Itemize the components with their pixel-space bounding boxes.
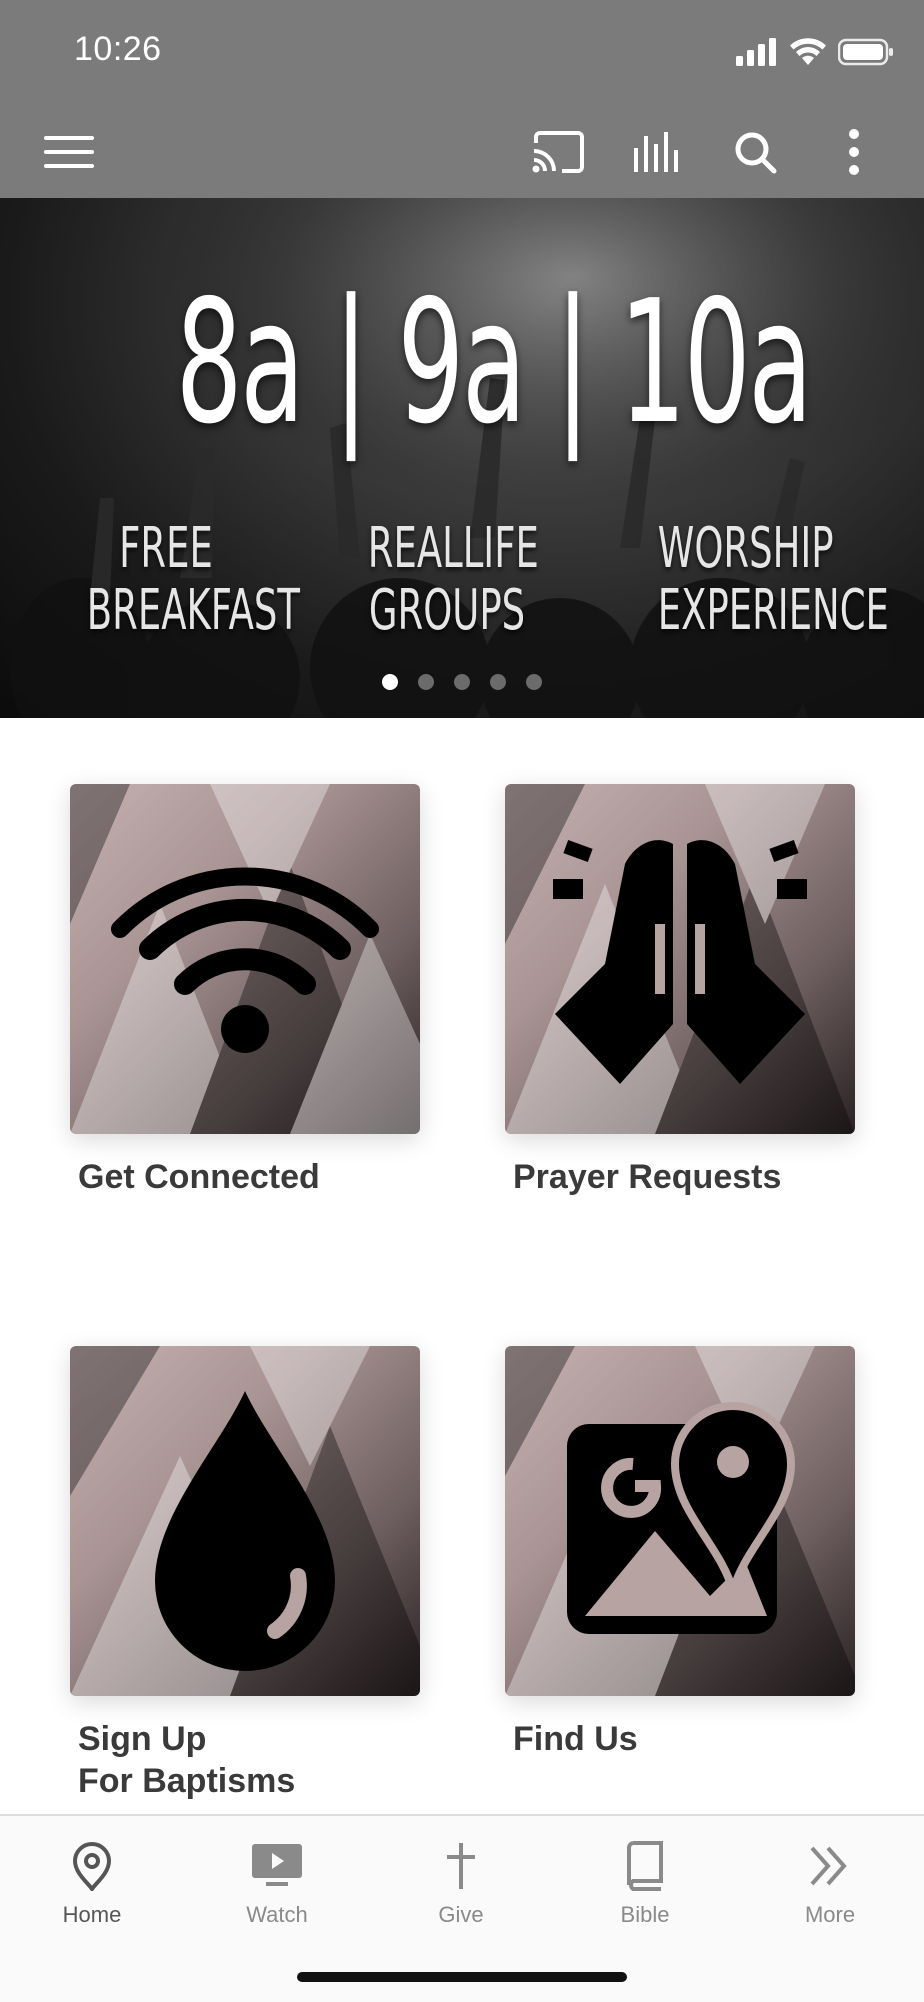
carousel-dot[interactable] (382, 674, 398, 690)
search-button[interactable] (725, 122, 785, 182)
carousel-dot[interactable] (490, 674, 506, 690)
map-pin-icon (567, 1401, 796, 1634)
water-drop-icon (155, 1391, 335, 1671)
app-toolbar (0, 104, 924, 198)
menu-icon (44, 136, 94, 168)
menu-button[interactable] (40, 122, 100, 182)
book-icon (627, 1841, 663, 1891)
hero-col-line2: EXPERIENCE (657, 578, 889, 643)
search-icon (735, 132, 777, 174)
map-pin-outline-icon (72, 1841, 112, 1891)
carousel-dot[interactable] (526, 674, 542, 690)
nav-watch[interactable]: Watch (202, 1836, 352, 1928)
audio-button[interactable] (628, 122, 688, 182)
carousel-dot[interactable] (418, 674, 434, 690)
nav-more[interactable]: More (755, 1836, 905, 1928)
nav-label: Give (438, 1902, 484, 1927)
status-bar: 10:26 (0, 0, 924, 104)
hero-col-line2: GROUPS (368, 578, 526, 643)
cast-button[interactable] (528, 122, 588, 182)
double-chevron-right-icon (810, 1846, 847, 1886)
hero-col-worship: WORSHIP EXPERIENCE (657, 516, 889, 643)
tile-label: Sign Up For Baptisms (78, 1720, 296, 1800)
tile-sign-up-baptisms[interactable]: Sign Up For Baptisms (70, 1346, 420, 1802)
hero-banner[interactable]: 8a | 9a | 10a FREE BREAKFAST REALLIFE GR… (0, 198, 924, 718)
audio-bars-icon (634, 132, 678, 172)
more-options-button[interactable] (824, 122, 884, 182)
nav-label: Home (62, 1902, 122, 1927)
nav-bible[interactable]: Bible (570, 1836, 720, 1928)
battery-icon (838, 38, 893, 66)
wifi-icon (111, 867, 379, 1053)
cast-icon (532, 131, 584, 173)
hero-col-line1: WORSHIP (657, 516, 834, 581)
nav-label: Bible (620, 1902, 670, 1927)
nav-home[interactable]: Home (17, 1836, 167, 1928)
tile-label: Get Connected (78, 1158, 320, 1196)
tile-label: Prayer Requests (513, 1158, 782, 1196)
home-indicator[interactable] (297, 1972, 627, 1982)
status-time: 10:26 (74, 30, 162, 68)
nav-label: Watch (246, 1902, 308, 1927)
tile-get-connected[interactable]: Get Connected (70, 784, 420, 1198)
tile-image (70, 1346, 420, 1696)
tile-prayer-requests[interactable]: Prayer Requests (505, 784, 855, 1198)
tile-image (505, 784, 855, 1134)
wifi-status-icon (790, 38, 826, 65)
cellular-signal-icon (736, 38, 776, 66)
nav-label: More (804, 1902, 856, 1927)
hero-col-groups: REALLIFE GROUPS (367, 516, 539, 643)
tile-find-us[interactable]: Find Us (505, 1346, 855, 1760)
service-times: 8a | 9a | 10a (175, 264, 813, 462)
cross-icon (447, 1843, 475, 1889)
tile-image (70, 784, 420, 1134)
praying-hands-icon (553, 839, 807, 1084)
tv-play-icon (252, 1844, 302, 1886)
hero-col-line1: FREE (119, 516, 213, 581)
hero-col-line1: REALLIFE (367, 516, 539, 581)
status-icons (736, 36, 894, 68)
carousel-indicator[interactable] (0, 674, 924, 690)
hero-col-line2: BREAKFAST (86, 578, 300, 643)
carousel-dot[interactable] (454, 674, 470, 690)
tile-image (505, 1346, 855, 1696)
hero-col-breakfast: FREE BREAKFAST (86, 516, 300, 643)
tile-label: Find Us (513, 1720, 638, 1758)
nav-give[interactable]: Give (386, 1836, 536, 1928)
more-vertical-icon (849, 129, 859, 175)
